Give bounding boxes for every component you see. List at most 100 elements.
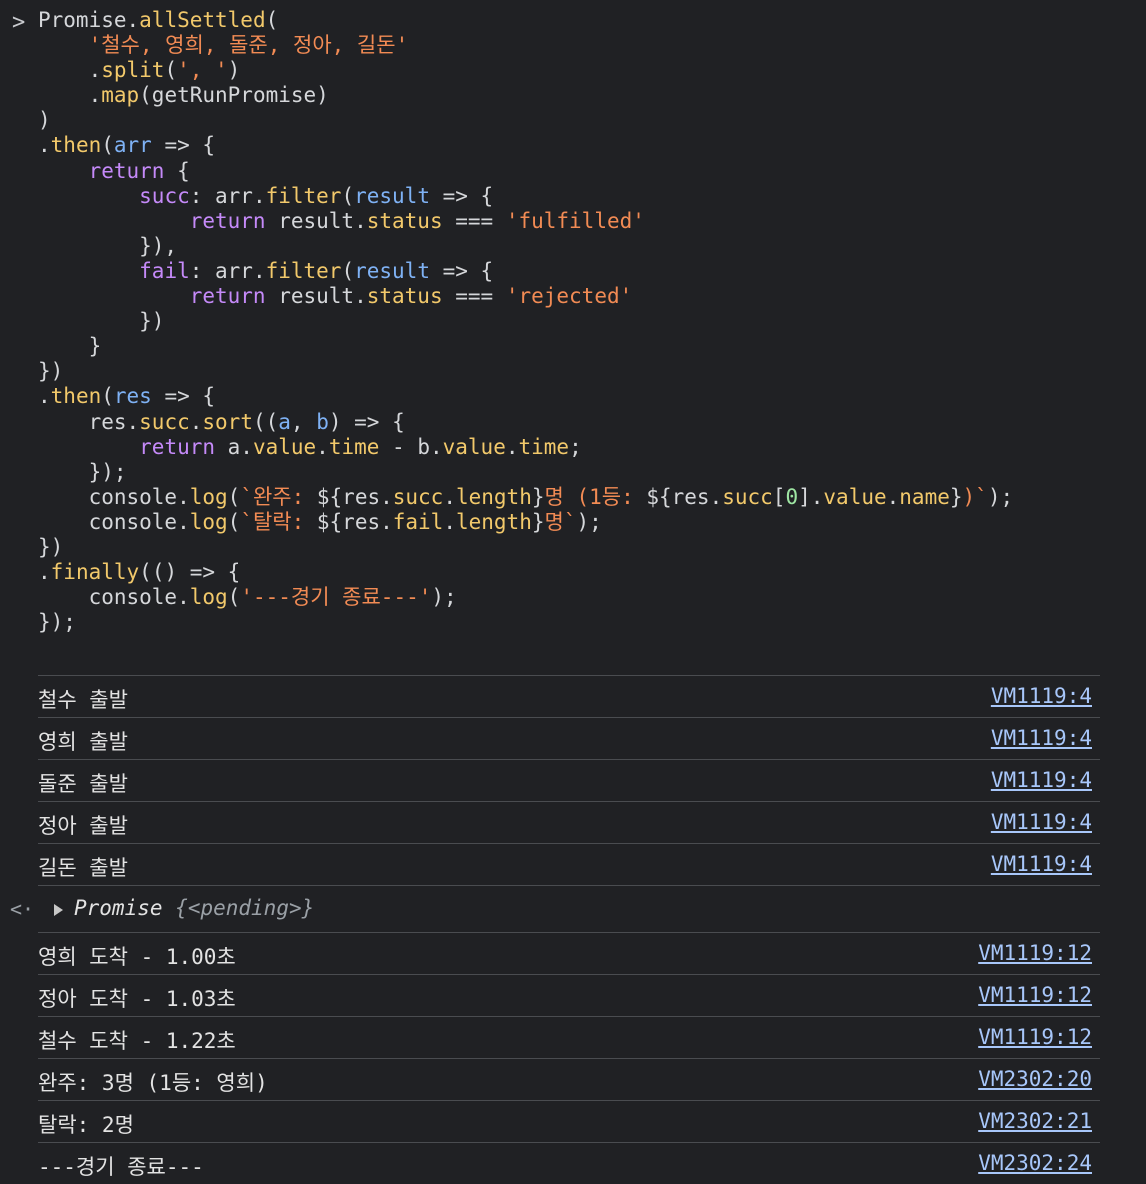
code-token: => { [429,258,494,283]
return-value-row[interactable]: <· Promise {<pending>} [10,885,1100,932]
code-token: then [50,384,102,409]
code-line: .then(arr => { [38,133,1013,158]
code-token: status [366,284,443,309]
source-link[interactable]: VM1119:12 [978,983,1092,1007]
code-token: then [50,133,102,158]
code-token: filter [265,183,342,208]
code-token: console. [38,509,190,534]
code-token: succ [139,183,190,208]
code-token: result. [265,284,367,309]
code-token: ]. [798,484,824,509]
console-log-row: 철수 도착 - 1.22초 VM1119:12 [38,1016,1100,1058]
code-token: fail [139,258,190,283]
code-token: }); [38,459,127,484]
source-link[interactable]: VM1119:4 [991,684,1092,708]
code-token: (() => { [139,560,241,585]
source-link[interactable]: VM1119:4 [991,726,1092,750]
console-prompt-chevron: > [12,10,26,35]
source-link[interactable]: VM1119:4 [991,810,1092,834]
source-link[interactable]: VM2302:20 [978,1067,1092,1091]
code-line: } [38,334,1013,359]
source-link[interactable]: VM2302:24 [978,1151,1092,1175]
code-token: result [354,258,430,283]
code-line: res.succ.sort((a, b) => { [38,410,1013,435]
code-line: ) [38,108,1013,133]
code-token: sort [202,409,253,434]
code-token: ( [265,8,279,32]
code-token: value [442,434,506,459]
code-token: return [88,158,165,183]
code-token: value [823,484,887,509]
code-line: }), [38,234,1013,259]
console-log-row: 정아 도착 - 1.03초 VM1119:12 [38,974,1100,1016]
code-token: succ [392,484,444,509]
code-token: ( [227,484,241,509]
log-message: 완주: 3명 (1등: 영희) [38,1071,268,1095]
code-token: . [38,58,102,83]
code-token: }), [38,233,178,258]
code-line: console.log(`완주: ${res.succ.length}명 (1등… [38,484,1014,510]
console-log-row: 영희 도착 - 1.00초 VM1119:12 [38,932,1100,974]
console-log-row: 정아 출발 VM1119:4 [38,801,1100,843]
code-token: return [189,284,266,309]
code-token: ( [101,133,114,158]
code-token: === [442,284,506,309]
source-link[interactable]: VM1119:4 [991,852,1092,876]
code-token: res. [38,409,140,434]
promise-return-text[interactable]: Promise {<pending>} [74,896,314,920]
code-input-block[interactable]: Promise.allSettled( '철수, 영희, 돌준, 정아, 길돈'… [38,8,1013,635]
code-token: }) [38,359,64,384]
code-token: . [505,434,519,459]
code-token: succ [722,484,773,509]
code-token: }); [38,610,76,635]
code-token: }) [38,534,64,559]
code-token: time [328,434,380,459]
code-line: console.log(`탈락: ${res.fail.length}명`); [38,510,1013,535]
code-line: succ: arr.filter(result => { [38,184,1013,209]
source-link[interactable]: VM1119:4 [991,768,1092,792]
code-token: result. [265,208,367,233]
code-token: . [443,484,456,509]
code-token: ); [987,484,1014,509]
code-token: ); [431,585,457,610]
console-log-row: 돌준 출발 VM1119:4 [38,759,1100,801]
code-token: 명 (1등: [544,484,647,509]
code-token: arr [113,133,152,158]
code-line: .map(getRunPromise) [38,83,1013,108]
code-token: a. [215,434,253,459]
code-line: }) [38,359,1013,384]
code-token: 'rejected' [505,284,633,309]
code-token: => { [151,133,216,158]
code-token: ( [341,258,355,283]
code-token: console. [38,585,190,610]
code-token: length [455,509,532,534]
code-token: result [354,183,430,208]
code-token: ${res. [316,509,393,534]
code-token: log [189,509,228,534]
expand-triangle-icon[interactable] [54,904,63,916]
code-token: '철수, 영희, 돌준, 정아, 길돈' [88,33,409,58]
log-message: 영희 출발 [38,730,128,754]
code-token: . [189,409,203,434]
code-token: . [38,384,51,409]
console-log-row: 영희 출발 VM1119:4 [38,717,1100,759]
code-token: `완주: [240,484,317,509]
code-token: name [899,484,950,509]
code-line: .split(', ') [38,58,1013,83]
code-line: console.log('---경기 종료---'); [38,585,1013,610]
source-link[interactable]: VM1119:12 [978,941,1092,965]
code-token: . [443,509,456,534]
source-link[interactable]: VM1119:12 [978,1025,1092,1049]
log-message: 길돈 출발 [38,856,128,880]
source-link[interactable]: VM2302:21 [978,1109,1092,1133]
code-token: ( [227,509,241,534]
code-token: ( [341,183,355,208]
code-token: . [886,484,900,509]
log-message: 영희 도착 - 1.00초 [38,945,236,969]
code-token: . [38,83,102,108]
